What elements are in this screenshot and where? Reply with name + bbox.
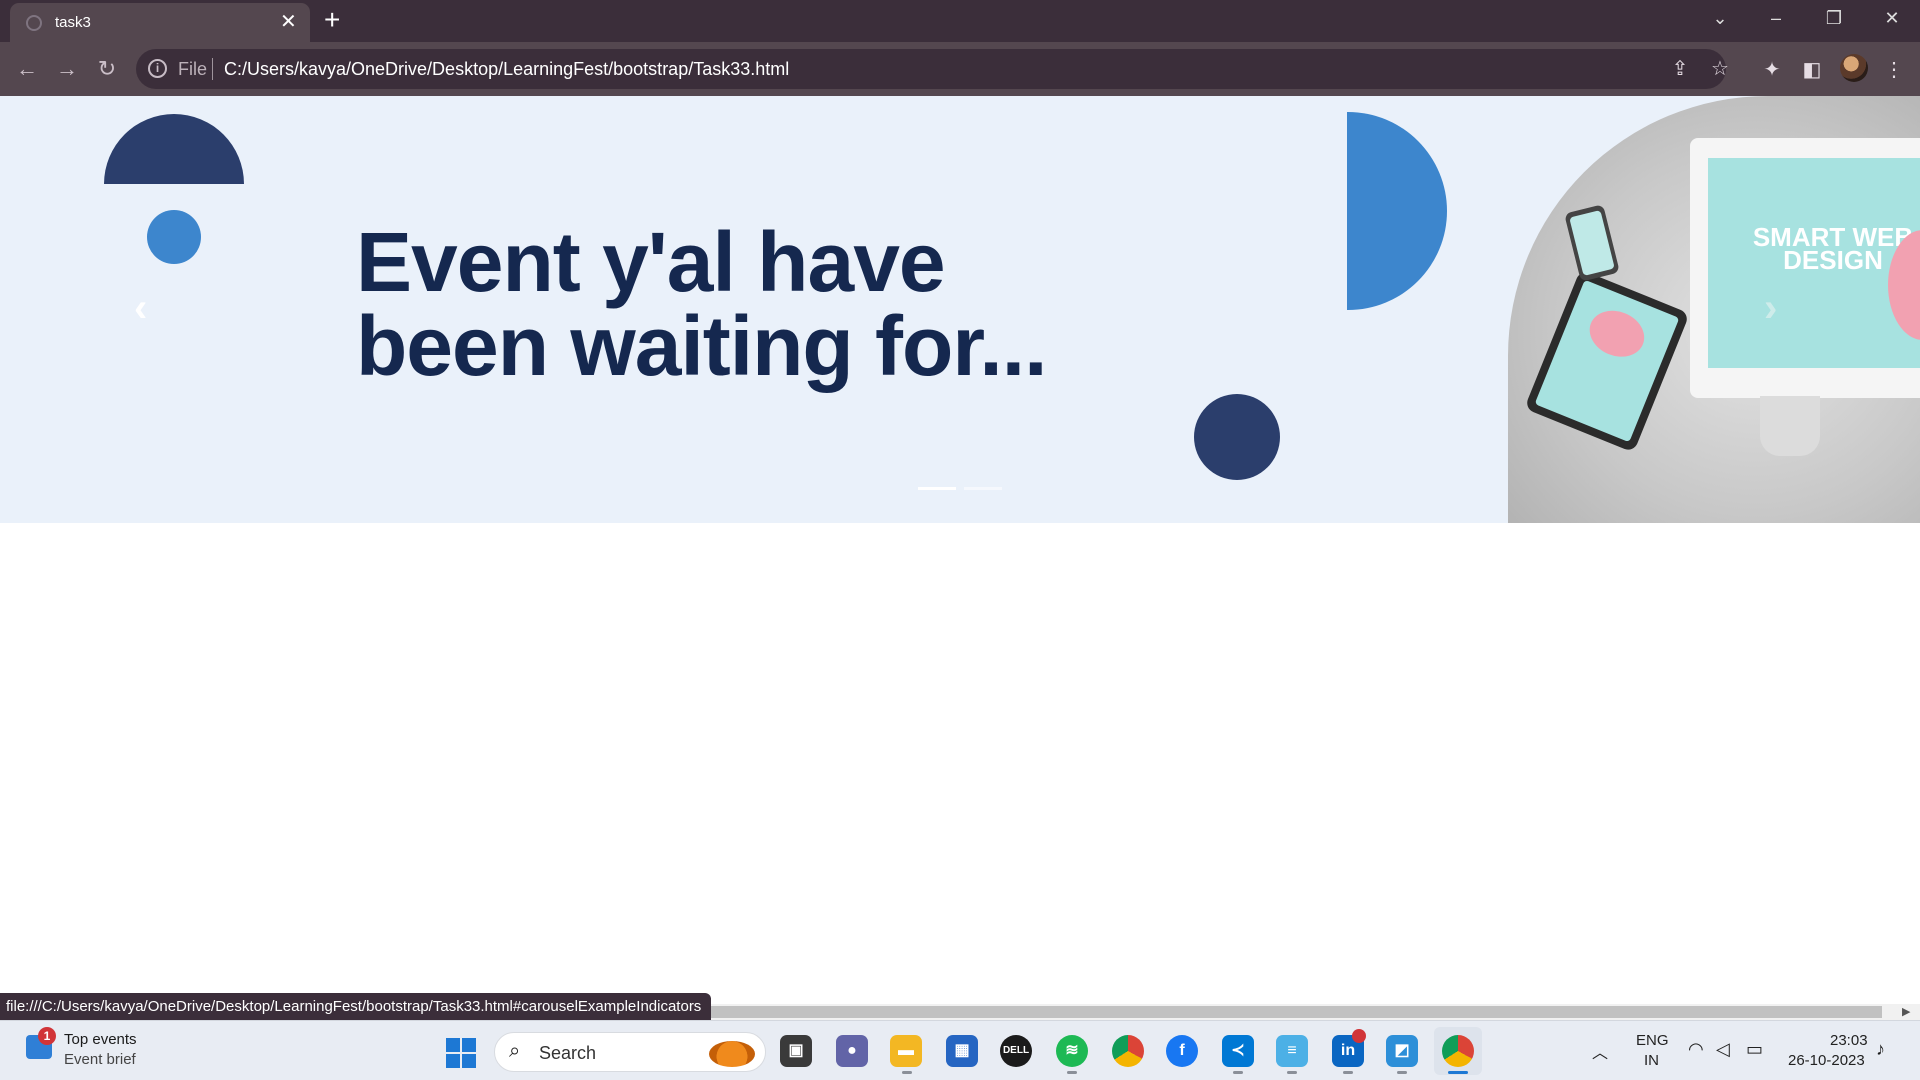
monitor-image: SMART WEB DESIGN xyxy=(1690,138,1920,456)
tab-task3[interactable]: task3 ✕ xyxy=(10,3,310,42)
search-icon: ⌕ xyxy=(509,1040,521,1062)
running-indicator xyxy=(1233,1071,1243,1074)
monitor-screen: SMART WEB DESIGN xyxy=(1708,158,1920,368)
smart-web-design-photo: SMART WEB DESIGN xyxy=(1508,96,1920,523)
chrome-icon[interactable] xyxy=(1112,1035,1144,1067)
windows-taskbar: 1 Top events Event brief ⌕ Search ▣ ● ▬ … xyxy=(0,1020,1920,1080)
share-icon[interactable]: ⇪ xyxy=(1666,55,1694,83)
back-arrow-icon[interactable]: ← xyxy=(12,54,42,84)
running-indicator xyxy=(1287,1071,1297,1074)
tab-search-chevron-icon[interactable]: ⌄ xyxy=(1700,6,1740,30)
active-indicator xyxy=(1448,1071,1468,1074)
pumpkin-highlight-icon xyxy=(709,1041,755,1067)
linkedin-badge xyxy=(1352,1029,1366,1043)
navy-semicircle-decoration xyxy=(104,114,244,184)
restore-icon[interactable]: ❐ xyxy=(1814,6,1854,30)
carousel-prev-icon[interactable]: ‹ xyxy=(134,288,147,328)
language-region[interactable]: IN xyxy=(1644,1052,1659,1069)
vscode-icon[interactable]: ≺ xyxy=(1222,1035,1254,1067)
browser-toolbar: ← → ↻ i File C:/Users/kavya/OneDrive/Des… xyxy=(0,42,1920,96)
widgets-title[interactable]: Top events xyxy=(64,1031,137,1048)
monitor-stand xyxy=(1760,396,1820,456)
tab-strip: task3 ✕ + ⌄ – ❐ ✕ xyxy=(0,0,1920,42)
reload-icon[interactable]: ↻ xyxy=(92,54,122,84)
dell-icon[interactable]: DELL xyxy=(1000,1035,1032,1067)
address-bar[interactable]: i File C:/Users/kavya/OneDrive/Desktop/L… xyxy=(136,49,1729,89)
battery-icon[interactable]: ▭ xyxy=(1746,1039,1763,1060)
phone-image xyxy=(1564,204,1620,282)
page-viewport: Event y'al have been waiting for... SMAR… xyxy=(0,96,1920,1004)
side-panel-icon[interactable]: ◧ xyxy=(1798,56,1826,84)
volume-icon[interactable]: ◁ xyxy=(1716,1039,1730,1060)
file-explorer-icon[interactable]: ▬ xyxy=(890,1035,922,1067)
url-text[interactable]: C:/Users/kavya/OneDrive/Desktop/Learning… xyxy=(224,59,789,80)
teams-icon[interactable]: ● xyxy=(836,1035,868,1067)
info-icon[interactable]: i xyxy=(148,59,167,78)
scheme-label: File xyxy=(178,59,208,79)
link-status-bubble: file:///C:/Users/kavya/OneDrive/Desktop/… xyxy=(0,993,712,1021)
menu-kebab-icon[interactable]: ⋮ xyxy=(1880,56,1908,84)
widgets-badge: 1 xyxy=(38,1027,56,1045)
address-divider xyxy=(212,58,213,80)
taskbar-search[interactable]: ⌕ Search xyxy=(494,1032,766,1072)
scroll-right-arrow-icon[interactable]: ▶ xyxy=(1902,1004,1910,1020)
chrome-profile-icon[interactable] xyxy=(1442,1035,1474,1067)
store-icon[interactable]: ▦ xyxy=(946,1035,978,1067)
windows-start-icon[interactable] xyxy=(446,1038,476,1068)
tray-overflow-chevron-icon[interactable]: ︿ xyxy=(1592,1039,1608,1063)
running-indicator xyxy=(1343,1071,1353,1074)
bookmark-star-icon[interactable]: ☆ xyxy=(1706,55,1734,83)
widgets-subtitle[interactable]: Event brief xyxy=(64,1051,136,1068)
language-code[interactable]: ENG xyxy=(1636,1032,1669,1049)
extensions-icon[interactable]: ✦ xyxy=(1758,56,1786,84)
search-label: Search xyxy=(539,1043,597,1063)
hero-carousel: Event y'al have been waiting for... SMAR… xyxy=(0,96,1920,523)
close-window-icon[interactable]: ✕ xyxy=(1872,6,1912,30)
forward-arrow-icon[interactable]: → xyxy=(52,54,82,84)
facebook-icon[interactable]: f xyxy=(1166,1035,1198,1067)
headline-line-2: been waiting for... xyxy=(356,299,1047,393)
profile-avatar[interactable] xyxy=(1840,54,1868,82)
notepad-icon[interactable]: ≡ xyxy=(1276,1035,1308,1067)
tab-title: task3 xyxy=(55,14,91,31)
clock-date[interactable]: 26-10-2023 xyxy=(1788,1052,1865,1069)
navy-dot-decoration xyxy=(1194,394,1280,480)
phone-screen xyxy=(1569,210,1615,276)
spotify-icon[interactable]: ≋ xyxy=(1056,1035,1088,1067)
running-indicator xyxy=(902,1071,912,1074)
minimize-icon[interactable]: – xyxy=(1756,6,1796,30)
blue-half-circle-decoration xyxy=(1347,112,1447,310)
hero-headline: Event y'al have been waiting for... xyxy=(356,215,1047,393)
blue-dot-decoration xyxy=(147,210,201,264)
notification-bell-icon[interactable]: ♪ xyxy=(1876,1039,1885,1060)
photos-icon[interactable]: ◩ xyxy=(1386,1035,1418,1067)
globe-icon xyxy=(26,15,42,31)
carousel-indicator-1[interactable] xyxy=(918,487,956,490)
new-tab-button[interactable]: + xyxy=(324,6,340,34)
tablet-screen xyxy=(1534,279,1680,443)
carousel-next-icon[interactable]: › xyxy=(1764,288,1777,328)
wifi-icon[interactable]: ◠ xyxy=(1688,1039,1704,1060)
clock-time[interactable]: 23:03 xyxy=(1830,1032,1868,1049)
tablet-image xyxy=(1524,269,1690,453)
running-indicator xyxy=(1397,1071,1407,1074)
headline-line-1: Event y'al have xyxy=(356,215,946,309)
task-view-icon[interactable]: ▣ xyxy=(780,1035,812,1067)
running-indicator xyxy=(1067,1071,1077,1074)
carousel-indicator-2[interactable] xyxy=(964,487,1002,490)
brain-image xyxy=(1582,302,1652,365)
tab-close-icon[interactable]: ✕ xyxy=(280,11,297,33)
